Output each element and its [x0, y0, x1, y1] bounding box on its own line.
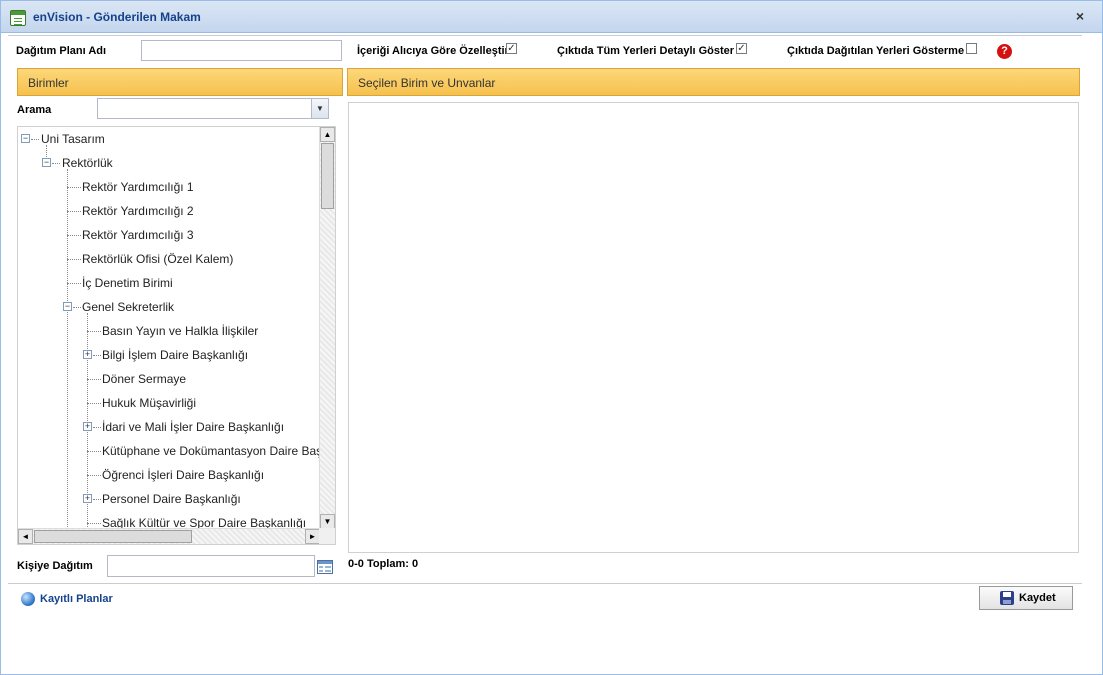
- tree-node-label: Personel Daire Başkanlığı: [102, 492, 241, 506]
- tree-node-label: Rektörlük Ofisi (Özel Kalem): [82, 252, 234, 266]
- expand-icon[interactable]: +: [83, 350, 92, 359]
- tree-node-label: Hukuk Müşavirliği: [102, 396, 197, 410]
- tree-node-label: Uni Tasarım: [41, 132, 105, 146]
- save-button[interactable]: Kaydet: [979, 586, 1073, 610]
- top-separator: [8, 35, 1082, 36]
- show-all-label: Çıktıda Tüm Yerleri Detaylı Göster: [557, 45, 735, 57]
- tree-node-label: Döner Sermaye: [102, 372, 187, 386]
- expand-icon[interactable]: +: [83, 494, 92, 503]
- customize-checkbox[interactable]: ✓: [506, 43, 517, 54]
- scroll-up-icon[interactable]: ▲: [320, 127, 335, 142]
- tree-horizontal-scrollbar[interactable]: ◄ ►: [18, 528, 320, 544]
- hide-distributed-label: Çıktıda Dağıtılan Yerleri Gösterme: [787, 45, 965, 57]
- selected-panel-header: Seçilen Birim ve Unvanlar: [347, 68, 1080, 96]
- scroll-right-icon[interactable]: ►: [305, 529, 320, 544]
- tree-node-label: İdari ve Mali İşler Daire Başkanlığı: [102, 420, 285, 434]
- window-title: enVision - Gönderilen Makam: [33, 10, 201, 24]
- chevron-down-icon[interactable]: ▼: [311, 99, 328, 118]
- tree-node-label: Rektörlük: [62, 156, 113, 170]
- plan-name-input[interactable]: [141, 40, 342, 61]
- dialog-window: enVision - Gönderilen Makam × Dağıtım Pl…: [0, 0, 1103, 675]
- bottom-separator: [8, 583, 1082, 584]
- dialog-content: Dağıtım Planı Adı İçeriği Alıcıya Göre Ö…: [8, 34, 1095, 667]
- scroll-left-icon[interactable]: ◄: [18, 529, 33, 544]
- units-panel-title: Birimler: [28, 76, 69, 90]
- tree-node-label: Rektör Yardımcılığı 3: [82, 228, 194, 242]
- show-all-checkbox[interactable]: ✓: [736, 43, 747, 54]
- tree-node-label: Genel Sekreterlik: [82, 300, 175, 314]
- tree-node-label: Bilgi İşlem Daire Başkanlığı: [102, 348, 249, 362]
- scroll-down-icon[interactable]: ▼: [320, 514, 335, 529]
- units-tree: − Uni Tasarım − Rektörlük Rektör Yardımc…: [17, 126, 336, 545]
- saved-plans-link[interactable]: Kayıtlı Planlar: [40, 593, 113, 605]
- tree-node-label: İç Denetim Birimi: [82, 276, 173, 290]
- title-bar[interactable]: enVision - Gönderilen Makam ×: [1, 1, 1102, 33]
- collapse-icon[interactable]: −: [21, 134, 30, 143]
- tree-node-label: Sağlık Kültür ve Spor Daire Başkanlığı: [102, 516, 307, 529]
- tree-line: [67, 169, 68, 529]
- tree-node-label: Rektör Yardımcılığı 1: [82, 180, 194, 194]
- floppy-disk-icon: [1000, 591, 1014, 605]
- expand-icon[interactable]: +: [83, 422, 92, 431]
- scrollbar-corner: [319, 528, 335, 544]
- paging-status: 0-0 Toplam: 0: [348, 558, 419, 570]
- tree-node-label: Rektör Yardımcılığı 2: [82, 204, 194, 218]
- form-icon: [10, 10, 26, 26]
- units-panel-header: Birimler: [17, 68, 343, 96]
- close-icon[interactable]: ×: [1072, 8, 1088, 24]
- plan-name-label: Dağıtım Planı Adı: [16, 45, 107, 57]
- tree-node-label: Kütüphane ve Dokümantasyon Daire Başkanl…: [102, 444, 320, 458]
- customize-label: İçeriği Alıcıya Göre Özelleştir: [357, 45, 509, 57]
- globe-icon: [21, 592, 35, 606]
- vertical-scroll-thumb[interactable]: [321, 143, 334, 209]
- person-distribution-label: Kişiye Dağıtım: [17, 560, 93, 572]
- person-distribution-input[interactable]: [107, 555, 315, 577]
- hide-distributed-checkbox[interactable]: [966, 43, 977, 54]
- tree-vertical-scrollbar[interactable]: ▲ ▼: [319, 127, 335, 529]
- tree-node-label: Öğrenci İşleri Daire Başkanlığı: [102, 468, 265, 482]
- selected-units-list: [348, 102, 1079, 553]
- search-label: Arama: [17, 104, 52, 116]
- selected-panel-title: Seçilen Birim ve Unvanlar: [358, 76, 496, 90]
- search-combo[interactable]: ▼: [97, 98, 329, 119]
- table-icon[interactable]: [317, 560, 333, 574]
- save-button-label: Kaydet: [1019, 592, 1056, 604]
- help-icon[interactable]: ?: [997, 44, 1012, 59]
- tree-node-label: Basın Yayın ve Halkla İlişkiler: [102, 324, 259, 338]
- collapse-icon[interactable]: −: [42, 158, 51, 167]
- tree-viewport: − Uni Tasarım − Rektörlük Rektör Yardımc…: [18, 127, 320, 529]
- collapse-icon[interactable]: −: [63, 302, 72, 311]
- horizontal-scroll-thumb[interactable]: [34, 530, 192, 543]
